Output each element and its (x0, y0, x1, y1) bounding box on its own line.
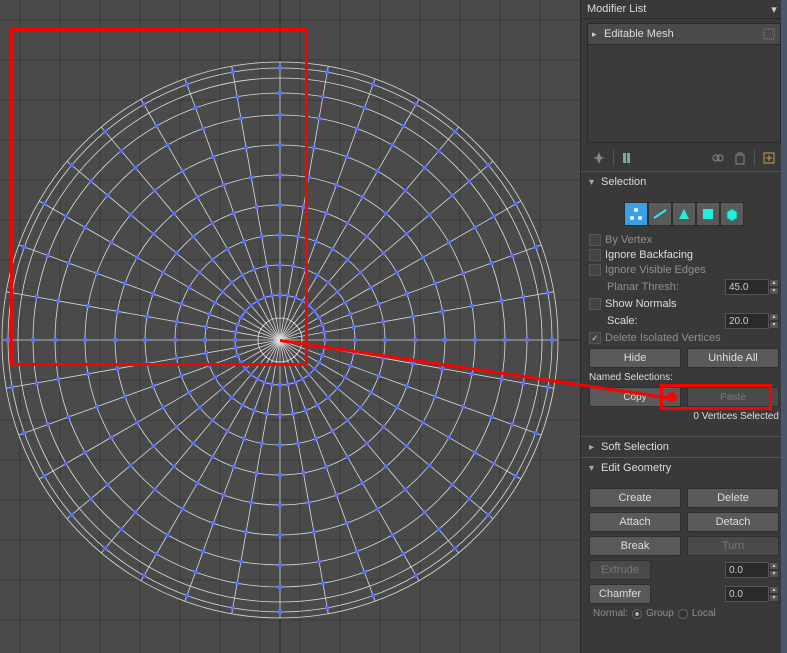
ignore-backfacing-label: Ignore Backfacing (605, 249, 693, 261)
local-label: Local (692, 608, 716, 619)
scale-input[interactable] (725, 313, 769, 329)
planar-thresh-label: Planar Thresh: (607, 281, 679, 293)
panel-scrollbar[interactable] (781, 0, 787, 653)
selection-rollout: ▾ Selection By Vertex Ignore Backfacing … (581, 171, 787, 436)
rollout-twist-icon: ▾ (589, 177, 601, 188)
spinner-up-icon[interactable]: ▴ (769, 313, 779, 321)
wireframe-mesh (0, 0, 580, 653)
spinner-up-icon[interactable]: ▴ (769, 279, 779, 287)
spinner-down-icon[interactable]: ▾ (769, 570, 779, 578)
edit-geometry-rollout: ▾ Edit Geometry Create Delete Attach Detac… (581, 457, 787, 629)
spinner-down-icon[interactable]: ▾ (769, 287, 779, 295)
rollout-twist-icon: ▾ (589, 463, 601, 474)
paste-button[interactable]: Paste (687, 387, 779, 407)
modifier-list-label: Modifier List (587, 3, 767, 15)
show-normals-label: Show Normals (605, 298, 677, 310)
checkbox-icon (589, 298, 601, 310)
soft-selection-header[interactable]: ▸ Soft Selection (581, 437, 787, 457)
chamfer-spinner[interactable]: ▴▾ (725, 586, 779, 602)
soft-selection-title: Soft Selection (601, 441, 669, 453)
viewport-3d[interactable] (0, 0, 580, 653)
attach-button[interactable]: Attach (589, 512, 681, 532)
checkbox-icon (589, 264, 601, 276)
show-end-result-icon[interactable] (620, 150, 636, 166)
edge-subobject-button[interactable] (648, 202, 672, 226)
create-button[interactable]: Create (589, 488, 681, 508)
polygon-subobject-button[interactable] (696, 202, 720, 226)
delete-isolated-row[interactable]: Delete Isolated Vertices (589, 332, 779, 344)
unhide-all-button[interactable]: Unhide All (687, 348, 779, 368)
modifier-stack[interactable]: ▸ Editable Mesh (587, 23, 781, 143)
element-subobject-button[interactable] (720, 202, 744, 226)
spinner-up-icon[interactable]: ▴ (769, 586, 779, 594)
expand-caret-icon[interactable]: ▸ (592, 29, 602, 40)
dropdown-arrow-icon: ▾ (767, 2, 781, 16)
command-panel: Modifier List ▾ ▸ Editable Mesh ▾ Select… (580, 0, 787, 653)
delete-isolated-label: Delete Isolated Vertices (605, 332, 721, 344)
vertex-subobject-button[interactable] (624, 202, 648, 226)
checkbox-icon (589, 249, 601, 261)
scale-row: Scale: ▴▾ (607, 313, 779, 329)
hide-button[interactable]: Hide (589, 348, 681, 368)
face-subobject-button[interactable] (672, 202, 696, 226)
planar-thresh-row: Planar Thresh: ▴▾ (607, 279, 779, 295)
ignore-visible-edges-row[interactable]: Ignore Visible Edges (589, 264, 779, 276)
modifier-stack-item[interactable]: ▸ Editable Mesh (588, 24, 780, 45)
selection-header[interactable]: ▾ Selection (581, 172, 787, 192)
named-selections-label: Named Selections: (589, 372, 779, 383)
detach-button[interactable]: Detach (687, 512, 779, 532)
rollout-twist-icon: ▸ (589, 442, 601, 453)
configure-sets-icon[interactable] (761, 150, 777, 166)
normal-mode-row: Normal: Group Local (593, 608, 779, 619)
checkbox-icon (589, 332, 601, 344)
soft-selection-rollout: ▸ Soft Selection (581, 436, 787, 457)
modifier-list-dropdown[interactable]: Modifier List ▾ (581, 0, 787, 19)
pin-stack-icon[interactable] (591, 150, 607, 166)
chamfer-input[interactable] (725, 586, 769, 602)
selection-title: Selection (601, 176, 646, 188)
radio-icon[interactable] (678, 609, 688, 619)
by-vertex-checkbox-row[interactable]: By Vertex (589, 234, 779, 246)
scale-label: Scale: (607, 315, 638, 327)
stack-toolbar (581, 145, 787, 171)
annotation-dot (667, 392, 677, 402)
ignore-backfacing-row[interactable]: Ignore Backfacing (589, 249, 779, 261)
edit-geometry-header[interactable]: ▾ Edit Geometry (581, 458, 787, 478)
subobject-selection-row (589, 202, 779, 226)
spinner-up-icon[interactable]: ▴ (769, 562, 779, 570)
break-button[interactable]: Break (589, 536, 681, 556)
chamfer-button[interactable]: Chamfer (589, 584, 651, 604)
modifier-item-label: Editable Mesh (604, 28, 674, 40)
extrude-button[interactable]: Extrude (589, 560, 651, 580)
planar-thresh-input[interactable] (725, 279, 769, 295)
by-vertex-label: By Vertex (605, 234, 652, 246)
spinner-down-icon[interactable]: ▾ (769, 321, 779, 329)
modifier-item-tool-icon[interactable] (762, 27, 776, 41)
make-unique-icon[interactable] (710, 150, 726, 166)
turn-button[interactable]: Turn (687, 536, 779, 556)
ignore-visible-edges-label: Ignore Visible Edges (605, 264, 706, 276)
edit-geometry-title: Edit Geometry (601, 462, 671, 474)
radio-icon[interactable] (632, 609, 642, 619)
spinner-down-icon[interactable]: ▾ (769, 594, 779, 602)
checkbox-icon (589, 234, 601, 246)
selection-status: 0 Vertices Selected (589, 411, 779, 422)
normal-label: Normal: (593, 608, 628, 619)
planar-thresh-spinner[interactable]: ▴▾ (725, 279, 779, 295)
group-label: Group (646, 608, 674, 619)
scale-spinner[interactable]: ▴▾ (725, 313, 779, 329)
remove-modifier-icon[interactable] (732, 150, 748, 166)
show-normals-row[interactable]: Show Normals (589, 298, 779, 310)
extrude-input[interactable] (725, 562, 769, 578)
extrude-spinner[interactable]: ▴▾ (725, 562, 779, 578)
delete-button[interactable]: Delete (687, 488, 779, 508)
